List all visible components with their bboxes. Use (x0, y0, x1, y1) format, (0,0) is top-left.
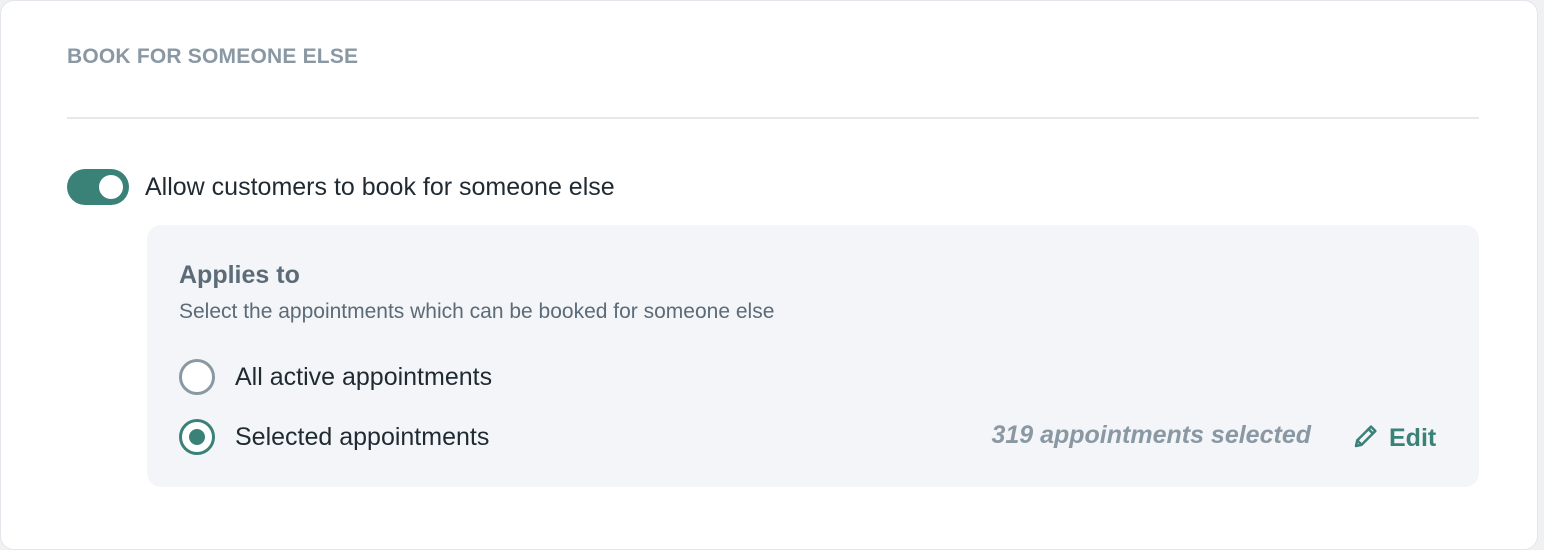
settings-card: BOOK FOR SOMEONE ELSE Allow customers to… (0, 0, 1538, 550)
edit-button[interactable]: Edit (1351, 421, 1436, 456)
radio-label-selected: Selected appointments (235, 422, 490, 451)
radio-button-selected[interactable] (179, 419, 215, 455)
book-for-someone-else-toggle-row: Allow customers to book for someone else (67, 169, 615, 205)
applies-to-title: Applies to (179, 261, 300, 289)
radio-label-all-active: All active appointments (235, 362, 493, 391)
section-title: BOOK FOR SOMEONE ELSE (67, 45, 359, 68)
applies-to-panel: Applies to Select the appointments which… (147, 225, 1479, 487)
pencil-icon (1351, 421, 1381, 456)
divider (67, 117, 1479, 119)
radio-option-selected[interactable]: Selected appointments (179, 419, 489, 455)
radio-option-all-active[interactable]: All active appointments (179, 359, 492, 395)
radio-selected-dot (189, 429, 205, 445)
toggle-label: Allow customers to book for someone else (145, 172, 615, 201)
toggle-knob (99, 175, 123, 199)
applies-to-subtitle: Select the appointments which can be boo… (179, 300, 775, 323)
book-for-someone-else-toggle[interactable] (67, 169, 129, 205)
edit-label: Edit (1389, 424, 1437, 452)
selected-count-text: 319 appointments selected (991, 421, 1311, 449)
radio-button-all-active[interactable] (179, 359, 215, 395)
